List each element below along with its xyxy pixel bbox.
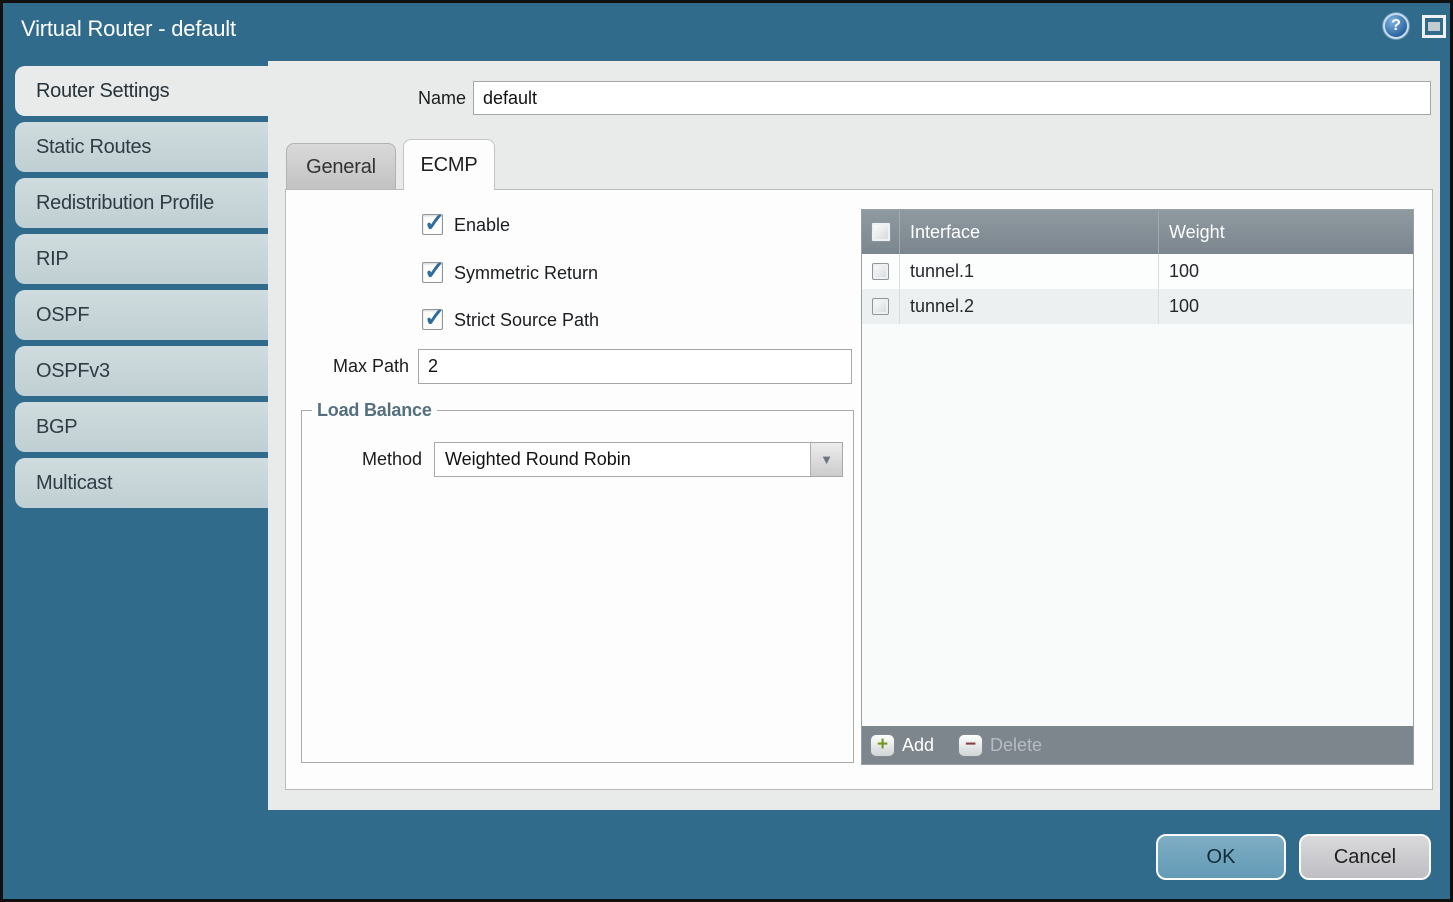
interface-column-header: Interface [900,210,1159,254]
row-checkbox[interactable] [872,298,889,315]
chevron-down-icon[interactable]: ▼ [810,443,842,476]
sidebar-item-rip[interactable]: RIP [15,234,268,284]
name-label: Name [414,81,466,115]
enable-label: Enable [454,214,510,236]
symmetric-return-checkbox[interactable]: ✓ [422,262,443,283]
checkmark-icon: ✓ [424,208,445,238]
method-dropdown[interactable]: Weighted Round Robin ▼ [434,442,843,477]
interface-cell: tunnel.2 [900,289,1159,324]
interface-table-header: Interface Weight [862,210,1413,254]
delete-button-label: Delete [990,735,1042,756]
window-restore-icon-inner [1428,22,1440,31]
add-button[interactable]: + Add [870,734,934,757]
row-checkbox-cell [862,254,900,289]
virtual-router-dialog: Virtual Router - default ? Router Settin… [0,0,1453,902]
sidebar-item-static-routes[interactable]: Static Routes [15,122,268,172]
tab-ecmp[interactable]: ECMP [403,139,495,190]
sidebar-item-ospf[interactable]: OSPF [15,290,268,340]
minus-icon: − [958,734,983,757]
sidebar-item-router-settings[interactable]: Router Settings [15,66,268,116]
weight-cell: 100 [1159,254,1413,289]
ecmp-tab-panel: ✓ Enable ✓ Symmetric Return ✓ Strict Sou… [285,189,1433,790]
method-label: Method [345,442,422,477]
add-button-label: Add [902,735,934,756]
interface-table: Interface Weight tunnel.1 100 tunnel.2 1… [861,209,1414,765]
help-icon[interactable]: ? [1383,13,1409,39]
plus-icon: + [870,734,895,757]
interface-cell: tunnel.1 [900,254,1159,289]
weight-cell: 100 [1159,289,1413,324]
checkmark-icon: ✓ [424,256,445,286]
table-empty-area [862,324,1413,726]
select-all-checkbox[interactable] [871,222,891,242]
max-path-label: Max Path [316,349,409,384]
method-dropdown-value: Weighted Round Robin [445,443,631,476]
strict-source-path-checkbox[interactable]: ✓ [422,309,443,330]
cancel-button[interactable]: Cancel [1299,834,1431,880]
row-checkbox-cell [862,289,900,324]
name-input[interactable] [473,81,1431,115]
strict-source-path-label: Strict Source Path [454,309,599,331]
ok-button[interactable]: OK [1156,834,1286,880]
dialog-title: Virtual Router - default [21,16,236,42]
sidebar-item-ospfv3[interactable]: OSPFv3 [15,346,268,396]
delete-button[interactable]: − Delete [958,734,1042,757]
symmetric-return-label: Symmetric Return [454,262,598,284]
max-path-input[interactable] [418,349,852,384]
load-balance-legend: Load Balance [312,400,437,421]
checkmark-icon: ✓ [424,303,445,333]
tab-general[interactable]: General [286,143,396,189]
header-checkbox-cell [862,210,900,254]
row-checkbox[interactable] [872,263,889,280]
weight-column-header: Weight [1159,222,1413,243]
sidebar-item-multicast[interactable]: Multicast [15,458,268,508]
content-area: Name General ECMP ✓ Enable ✓ Symmetric R… [268,61,1440,810]
load-balance-group: Load Balance Method Weighted Round Robin… [301,400,854,763]
window-restore-icon[interactable] [1422,15,1446,38]
enable-checkbox[interactable]: ✓ [422,214,443,235]
sidebar-item-redistribution-profile[interactable]: Redistribution Profile [15,178,268,228]
table-row[interactable]: tunnel.2 100 [862,289,1413,324]
table-row[interactable]: tunnel.1 100 [862,254,1413,289]
sidebar-item-bgp[interactable]: BGP [15,402,268,452]
table-footer: + Add − Delete [862,726,1413,764]
